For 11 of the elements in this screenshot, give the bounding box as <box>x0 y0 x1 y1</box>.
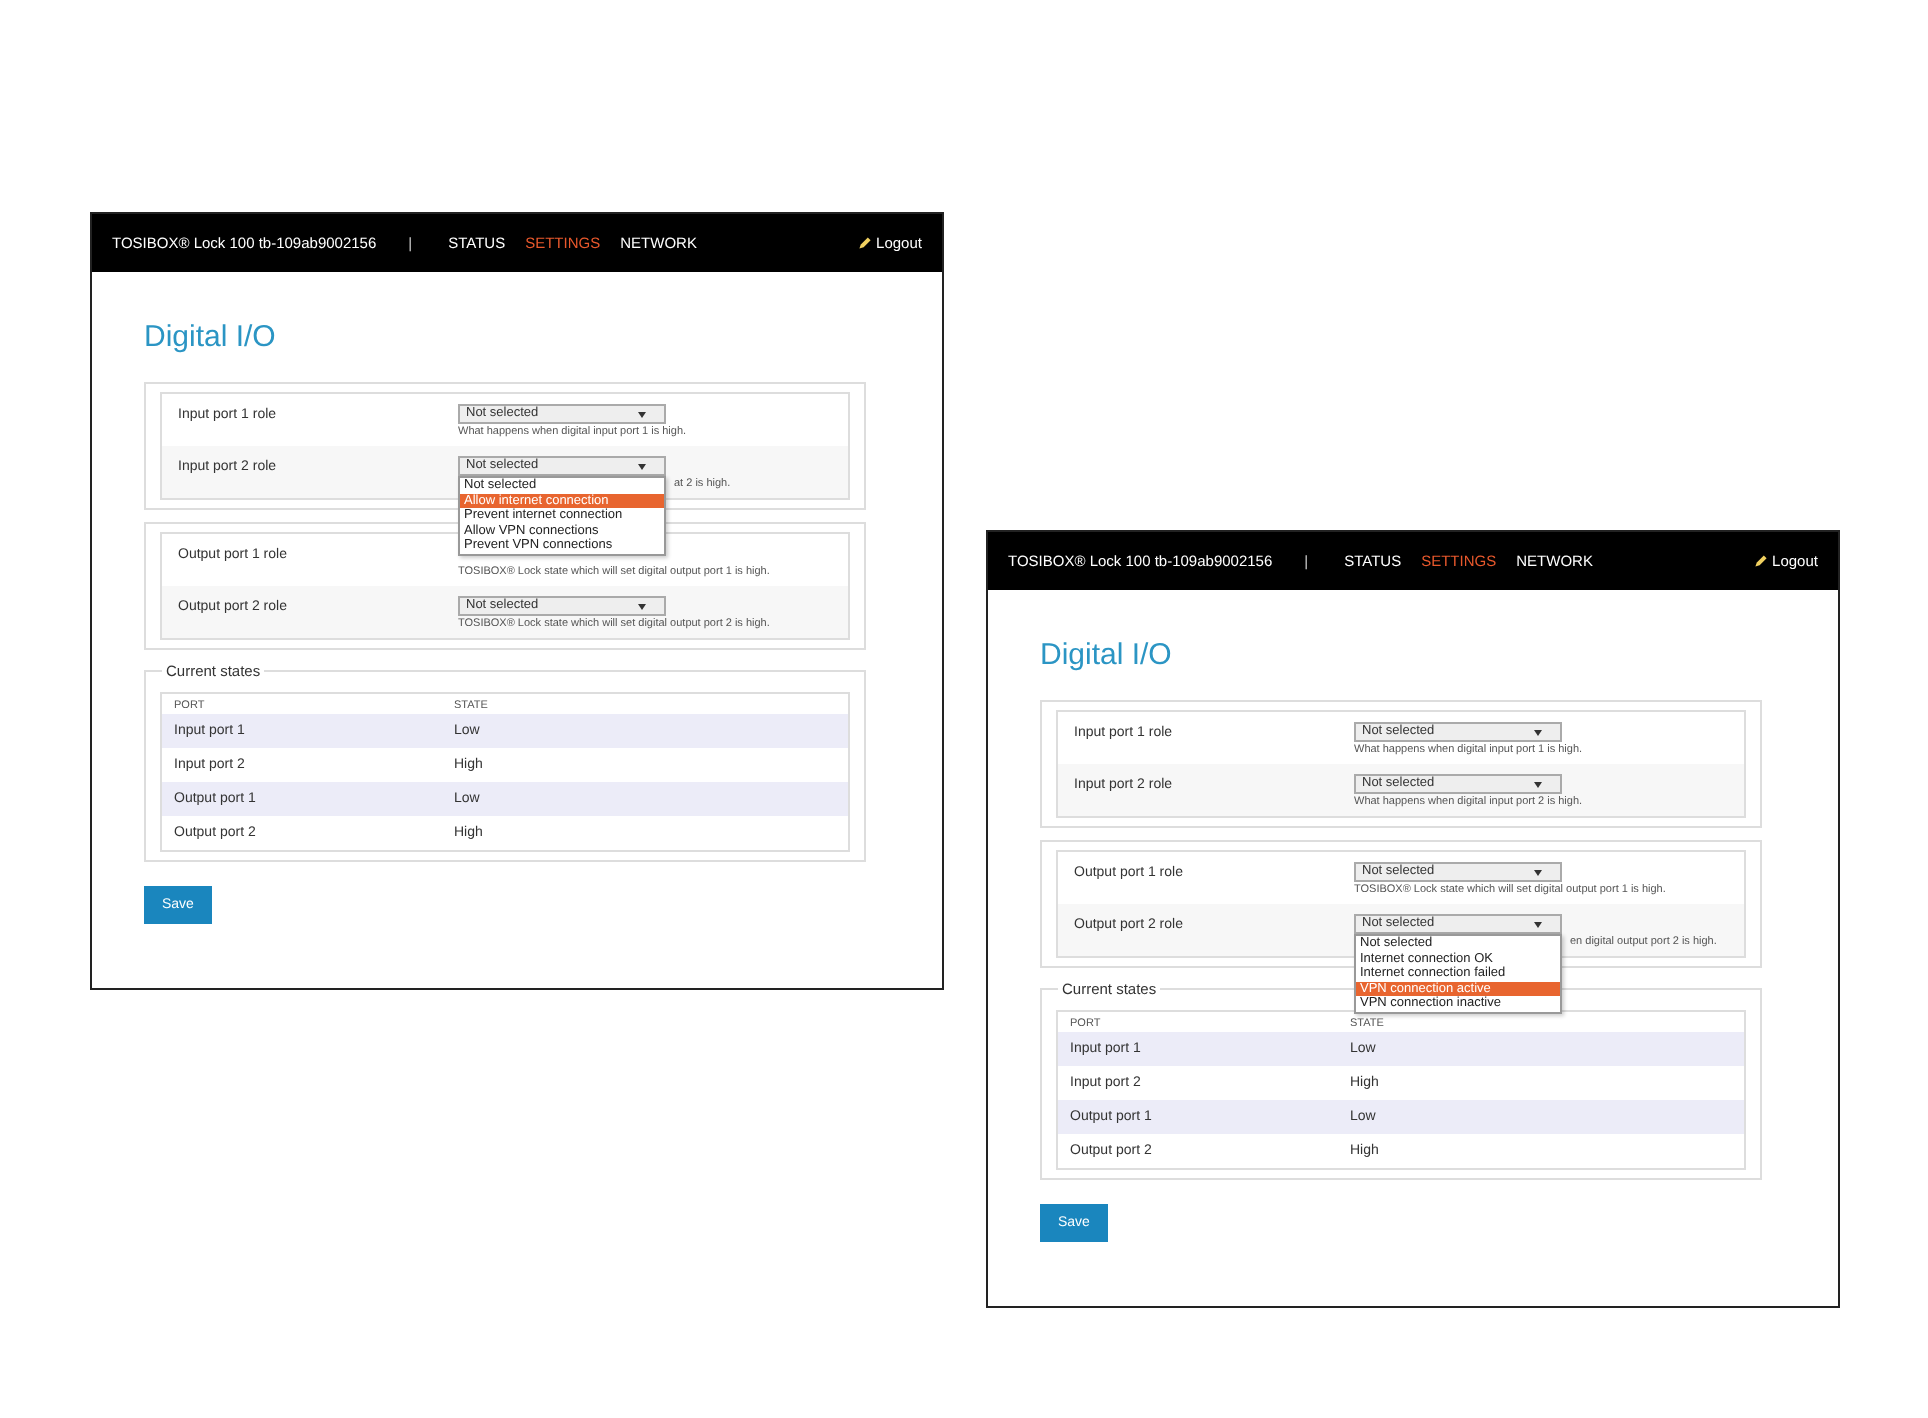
pencil-icon <box>1754 554 1769 568</box>
caret-icon <box>1534 869 1542 875</box>
pencil-icon <box>858 236 873 250</box>
caret-icon <box>638 463 646 469</box>
caret-icon <box>638 411 646 417</box>
caret-icon <box>1534 781 1542 787</box>
page-title: Digital I/O <box>144 320 278 354</box>
page-title: Digital I/O <box>1040 638 1174 672</box>
caret-icon <box>1534 729 1542 735</box>
caret-icon <box>638 603 646 609</box>
caret-icon <box>1534 921 1542 927</box>
